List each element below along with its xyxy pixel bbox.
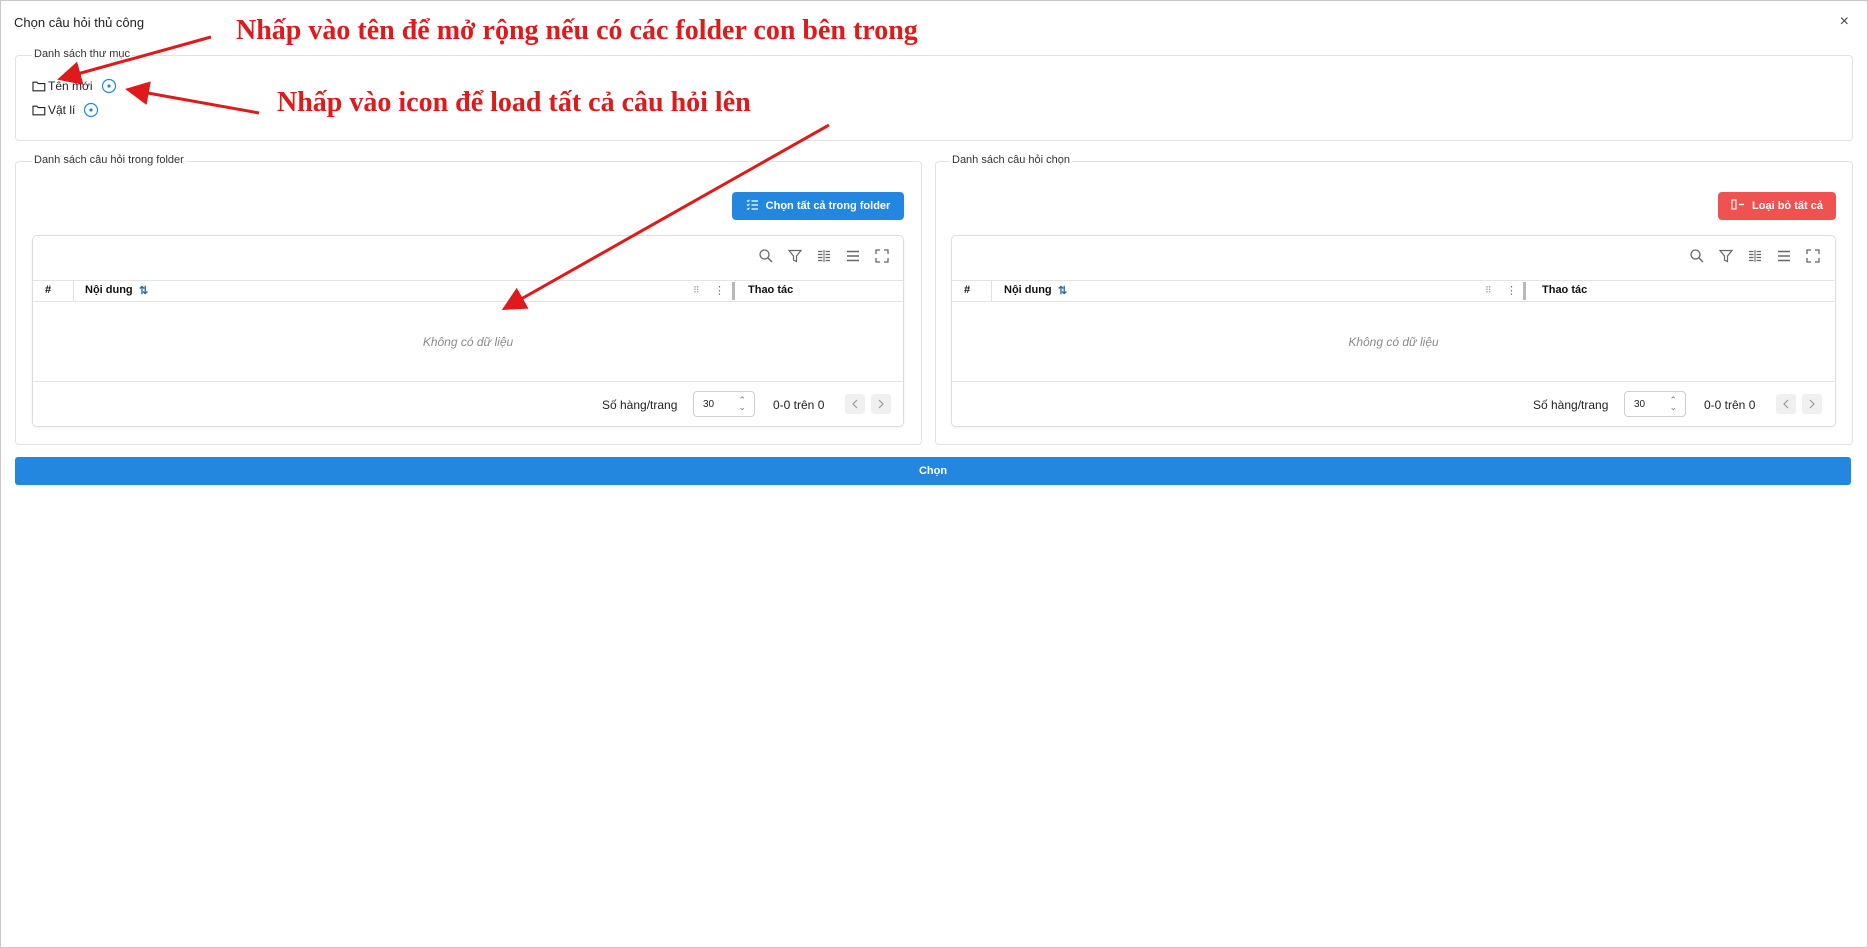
folder-list-legend: Danh sách thư mục xyxy=(32,48,133,60)
sort-icon[interactable]: ⇅ xyxy=(1058,284,1067,297)
col-index: # xyxy=(964,284,971,296)
columns-icon[interactable] xyxy=(816,248,832,269)
drag-handle-icon[interactable]: ⠿ xyxy=(1485,285,1492,296)
list-check-icon xyxy=(746,199,759,213)
column-resizer[interactable] xyxy=(732,282,735,300)
column-resizer[interactable] xyxy=(1523,282,1526,300)
select-all-in-folder-button[interactable]: Chọn tất cả trong folder xyxy=(732,192,904,220)
annotation-expand-folder: Nhấp vào tên để mở rộng nếu có các folde… xyxy=(236,15,918,46)
filter-icon[interactable] xyxy=(787,248,803,269)
folder-icon xyxy=(32,104,46,116)
col-actions: Thao tác xyxy=(1542,284,1588,296)
sort-icon[interactable]: ⇅ xyxy=(139,284,148,297)
selected-questions-table: # Nội dung ⇅ ⠿ ⋮ Thao tác Không có dữ li… xyxy=(951,235,1836,427)
search-icon[interactable] xyxy=(1689,248,1705,269)
rows-per-page-select[interactable]: 30 ⌃ ⌄ xyxy=(1624,391,1686,417)
remove-all-button[interactable]: Loại bỏ tất cả xyxy=(1718,192,1836,220)
fullscreen-icon[interactable] xyxy=(874,248,890,269)
remove-icon xyxy=(1731,199,1745,213)
annotation-load-questions: Nhấp vào icon để load tất cả câu hỏi lên xyxy=(277,87,751,118)
prev-page-button[interactable] xyxy=(845,394,865,414)
folder-item-ten-moi[interactable]: Tên mới xyxy=(32,78,117,94)
empty-state: Không có dữ liệu xyxy=(1348,335,1439,349)
folder-icon xyxy=(32,80,46,92)
load-questions-icon[interactable] xyxy=(101,78,117,94)
folder-name[interactable]: Vật lí xyxy=(48,103,75,117)
remove-all-label: Loại bỏ tất cả xyxy=(1752,200,1823,212)
folder-item-vat-li[interactable]: Vật lí xyxy=(32,102,99,118)
select-all-label: Chọn tất cả trong folder xyxy=(765,200,891,212)
col-content[interactable]: Nội dung xyxy=(85,284,133,296)
prev-page-button[interactable] xyxy=(1776,394,1796,414)
submit-button[interactable]: Chọn xyxy=(15,457,1851,485)
col-content[interactable]: Nội dung xyxy=(1004,284,1052,296)
density-icon[interactable] xyxy=(1776,248,1792,269)
columns-icon[interactable] xyxy=(1747,248,1763,269)
rows-per-page-label: Số hàng/trang xyxy=(602,398,678,412)
rows-per-page-label: Số hàng/trang xyxy=(1533,398,1609,412)
rows-per-page-select[interactable]: 30 ⌃ ⌄ xyxy=(693,391,755,417)
column-menu-icon[interactable]: ⋮ xyxy=(1506,284,1517,297)
density-icon[interactable] xyxy=(845,248,861,269)
folder-questions-table: # Nội dung ⇅ ⠿ ⋮ Thao tác Không có dữ li… xyxy=(32,235,904,427)
table-pagination: Số hàng/trang 30 ⌃ ⌄ 0-0 trên 0 xyxy=(33,381,903,426)
folder-questions-panel: Danh sách câu hỏi trong folder Chọn tất … xyxy=(15,154,922,445)
column-menu-icon[interactable]: ⋮ xyxy=(714,284,725,297)
folder-questions-legend: Danh sách câu hỏi trong folder xyxy=(32,154,186,166)
col-index: # xyxy=(45,284,52,296)
col-actions: Thao tác xyxy=(748,284,794,296)
filter-icon[interactable] xyxy=(1718,248,1734,269)
table-pagination: Số hàng/trang 30 ⌃ ⌄ 0-0 trên 0 xyxy=(952,381,1835,426)
drag-handle-icon[interactable]: ⠿ xyxy=(693,285,700,296)
range-text: 0-0 trên 0 xyxy=(773,398,825,412)
fullscreen-icon[interactable] xyxy=(1805,248,1821,269)
next-page-button[interactable] xyxy=(871,394,891,414)
table-header: # Nội dung ⇅ ⠿ ⋮ Thao tác xyxy=(33,280,903,302)
table-header: # Nội dung ⇅ ⠿ ⋮ Thao tác xyxy=(952,280,1835,302)
selected-questions-panel: Danh sách câu hỏi chọn Loại bỏ tất cả # … xyxy=(935,154,1853,445)
selected-questions-legend: Danh sách câu hỏi chọn xyxy=(950,154,1073,166)
close-icon[interactable]: × xyxy=(1840,13,1849,31)
range-text: 0-0 trên 0 xyxy=(1704,398,1756,412)
next-page-button[interactable] xyxy=(1802,394,1822,414)
empty-state: Không có dữ liệu xyxy=(422,335,514,349)
dialog-title: Chọn câu hỏi thủ công xyxy=(14,15,145,30)
load-questions-icon[interactable] xyxy=(83,102,99,118)
search-icon[interactable] xyxy=(758,248,774,269)
folder-name[interactable]: Tên mới xyxy=(48,79,93,93)
dialog-window: Chọn câu hỏi thủ công × Danh sách thư mụ… xyxy=(0,0,1868,948)
